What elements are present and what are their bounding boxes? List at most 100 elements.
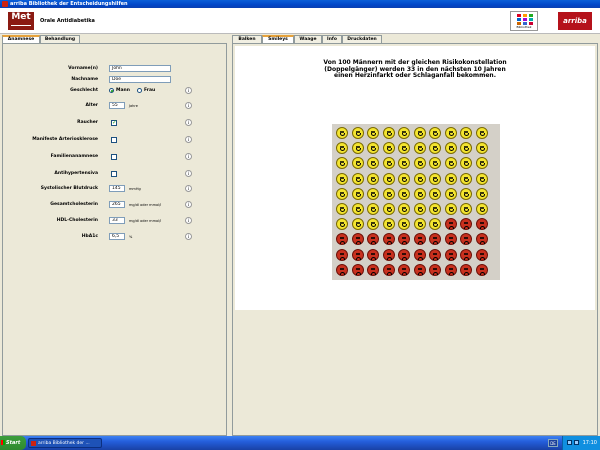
smiley-happy-icon	[444, 172, 457, 185]
smiley-happy-icon	[460, 187, 472, 200]
info-icon[interactable]: i	[185, 87, 192, 94]
hdl-unit: mg/dl oder mmol/l	[129, 219, 162, 223]
volume-icon[interactable]	[574, 440, 579, 445]
smiley-happy-icon	[398, 157, 410, 170]
smiley-happy-icon	[336, 127, 348, 139]
hba1c-input[interactable]: 6,5	[109, 233, 125, 240]
smiley-happy-icon	[429, 203, 441, 215]
cholesterin-unit: mg/dl oder mmol/l	[129, 203, 162, 207]
smiley-happy-icon	[398, 127, 410, 139]
tab-smileys[interactable]: Smileys	[262, 35, 294, 43]
arteriosklerose-checkbox[interactable]	[111, 137, 117, 143]
smiley-happy-icon	[460, 172, 472, 185]
alter-label: Alter	[85, 103, 98, 108]
alter-input[interactable]: 55	[109, 102, 125, 109]
row-cholesterin: Gesamtcholesterin 265 mg/dl oder mmol/l …	[3, 201, 225, 210]
radio-frau[interactable]	[137, 88, 142, 93]
smiley-sad-icon	[382, 233, 395, 246]
smiley-happy-icon	[398, 187, 410, 200]
window-titlebar[interactable]: arriba Bibliothek der Entscheidungshilfe…	[0, 0, 600, 8]
smiley-happy-icon	[382, 218, 395, 231]
smiley-happy-icon	[413, 172, 426, 185]
info-icon[interactable]: i	[185, 153, 192, 160]
smiley-happy-icon	[367, 218, 379, 231]
info-icon[interactable]: i	[185, 102, 192, 109]
smiley-happy-icon	[367, 203, 379, 215]
smiley-sad-icon	[444, 233, 457, 246]
radio-mann-label[interactable]: Mann	[116, 88, 130, 93]
tab-anamnese[interactable]: Anamnese	[2, 35, 40, 43]
window-title: arriba Bibliothek der Entscheidungshilfe…	[10, 1, 128, 7]
smiley-happy-icon	[429, 172, 441, 185]
familienanamnese-checkbox[interactable]	[111, 154, 117, 160]
smiley-happy-icon	[351, 218, 364, 231]
smiley-happy-icon	[444, 157, 457, 170]
smiley-happy-icon	[413, 203, 426, 215]
smiley-happy-icon	[367, 187, 379, 200]
library-button[interactable]: Bibliothek	[510, 11, 538, 31]
nachname-input[interactable]: Doe	[109, 76, 171, 83]
tab-behandlung[interactable]: Behandlung	[40, 35, 80, 43]
info-icon[interactable]: i	[185, 119, 192, 126]
smiley-happy-icon	[429, 142, 441, 155]
info-icon[interactable]: i	[185, 170, 192, 177]
task-app-icon	[31, 441, 36, 446]
smiley-sad-icon	[398, 248, 410, 261]
tab-waage[interactable]: Waage	[294, 35, 322, 43]
row-antihypertensiva: Antihypertensiva i	[3, 170, 225, 179]
smiley-happy-icon	[460, 157, 472, 170]
smiley-happy-icon	[367, 157, 379, 170]
smiley-happy-icon	[475, 203, 488, 215]
info-icon[interactable]: i	[185, 185, 192, 192]
row-geschlecht: Geschlecht Mann Frau i	[3, 87, 225, 96]
row-vorname: Vorname(n) John	[3, 65, 225, 74]
smiley-happy-icon	[382, 172, 395, 185]
start-button[interactable]: Start	[0, 436, 26, 450]
row-hdl: HDL-Cholesterin 33 mg/dl oder mmol/l i	[3, 217, 225, 226]
clock: 17:10	[582, 440, 597, 446]
alter-unit: Jahre	[129, 104, 138, 108]
smiley-happy-icon	[429, 187, 441, 200]
smiley-sad-icon	[351, 263, 364, 276]
radio-mann[interactable]	[109, 88, 114, 93]
tab-balken[interactable]: Balken	[232, 35, 262, 43]
taskbar-app-button[interactable]: arriba Bibliothek der ...	[28, 438, 102, 448]
language-indicator[interactable]: DE	[548, 439, 558, 447]
smiley-happy-icon	[351, 127, 364, 139]
network-icon[interactable]	[567, 440, 572, 445]
radio-frau-label[interactable]: Frau	[144, 88, 155, 93]
smiley-happy-icon	[382, 142, 395, 155]
info-icon[interactable]: i	[185, 233, 192, 240]
smiley-happy-icon	[429, 218, 441, 231]
anamnese-panel: Vorname(n) John Nachname Doe Geschlecht …	[2, 43, 227, 436]
smiley-happy-icon	[475, 127, 488, 139]
smiley-happy-icon	[413, 142, 426, 155]
antihypertensiva-checkbox[interactable]	[111, 171, 117, 177]
smiley-happy-icon	[336, 187, 348, 200]
nachname-label: Nachname	[71, 77, 98, 82]
cholesterin-input[interactable]: 265	[109, 201, 125, 208]
smiley-sad-icon	[336, 233, 348, 246]
antihypertensiva-label: Antihypertensiva	[54, 171, 98, 176]
smiley-happy-icon	[382, 187, 395, 200]
hdl-input[interactable]: 33	[109, 217, 125, 224]
smiley-sad-icon	[429, 248, 441, 261]
smiley-happy-icon	[398, 203, 410, 215]
smiley-sad-icon	[460, 263, 472, 276]
tab-info[interactable]: Info	[322, 35, 342, 43]
vorname-input[interactable]: John	[109, 65, 171, 72]
smiley-sad-icon	[367, 248, 379, 261]
info-icon[interactable]: i	[185, 201, 192, 208]
smiley-happy-icon	[336, 142, 348, 155]
smiley-happy-icon	[351, 187, 364, 200]
tab-druckdaten[interactable]: Druckdaten	[342, 35, 382, 43]
system-tray: 17:10	[562, 436, 600, 450]
smiley-happy-icon	[351, 172, 364, 185]
library-icon	[517, 14, 533, 25]
blutdruck-input[interactable]: 145	[109, 185, 125, 192]
info-icon[interactable]: i	[185, 217, 192, 224]
raucher-checkbox[interactable]	[111, 119, 117, 126]
smiley-happy-icon	[475, 157, 488, 170]
row-nachname: Nachname Doe	[3, 76, 225, 85]
info-icon[interactable]: i	[185, 136, 192, 143]
